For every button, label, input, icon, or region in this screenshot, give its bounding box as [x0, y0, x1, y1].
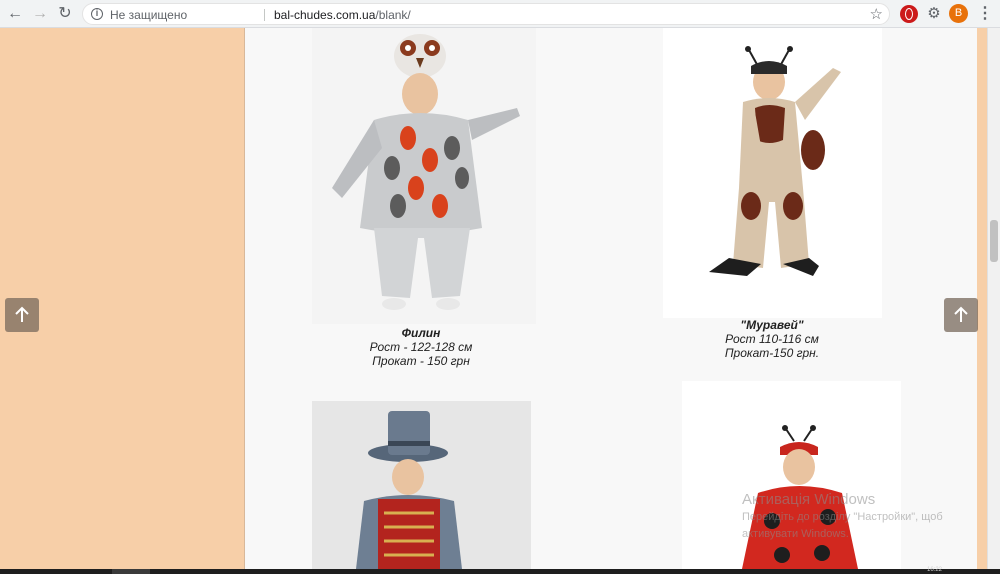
watermark-title: Активація Windows: [742, 491, 876, 508]
extension-icon[interactable]: [900, 5, 918, 23]
vertical-scrollbar[interactable]: [987, 28, 1000, 569]
scroll-top-button-left[interactable]: [5, 298, 39, 332]
arrow-up-icon: [15, 306, 29, 322]
back-icon[interactable]: ←: [5, 4, 25, 24]
info-icon[interactable]: i: [91, 8, 103, 20]
url-text[interactable]: bal-chudes.com.ua/blank/: [274, 8, 411, 22]
divider: [264, 9, 265, 21]
taskbar-clock: 16:22: [926, 567, 942, 573]
arrow-up-icon: [954, 306, 968, 322]
watermark-line-2: активувати Windows.: [742, 528, 849, 540]
menu-kebab-icon[interactable]: ⋮: [976, 5, 994, 23]
bookmark-star-icon[interactable]: ☆: [870, 5, 883, 23]
taskbar-item[interactable]: [112, 569, 150, 574]
product-caption-ant: "Муравей" Рост 110-116 см Прокат-150 грн…: [697, 318, 847, 360]
reload-icon[interactable]: ↻: [55, 4, 75, 24]
taskbar: 16:22: [0, 567, 1000, 574]
watermark-line-1: Перейдіть до розділу "Настройки", щоб: [742, 511, 943, 523]
product-image-hussar[interactable]: [312, 401, 531, 569]
url-host: bal-chudes.com.ua: [274, 8, 376, 22]
browser-toolbar: ← → ↻ i Не защищено bal-chudes.com.ua/bl…: [0, 0, 1000, 28]
url-path: /blank/: [375, 8, 411, 22]
product-image-ant[interactable]: [663, 28, 882, 318]
forward-icon[interactable]: →: [30, 4, 50, 24]
product-name: "Муравей": [740, 318, 804, 332]
extensions-puzzle-icon[interactable]: ⚙: [925, 5, 943, 23]
product-name: Филин: [401, 326, 441, 340]
product-image-owl[interactable]: [312, 28, 536, 324]
product-rental: Прокат - 150 грн: [372, 354, 470, 368]
scrollbar-thumb[interactable]: [990, 220, 998, 262]
windows-activation-watermark: Активація Windows Перейдіть до розділу "…: [742, 491, 943, 542]
profile-avatar[interactable]: B: [949, 4, 968, 23]
product-height: Рост 110-116 см: [725, 332, 819, 346]
product-rental: Прокат-150 грн.: [724, 346, 820, 360]
product-height: Рост - 122-128 см: [369, 340, 473, 354]
right-side-panel: [977, 28, 987, 569]
product-caption-owl: Филин Рост - 122-128 см Прокат - 150 грн: [346, 326, 496, 368]
address-bar[interactable]: i Не защищено bal-chudes.com.ua/blank/ ☆: [82, 3, 890, 25]
security-label: Не защищено: [110, 8, 188, 22]
scroll-top-button-right[interactable]: [944, 298, 978, 332]
